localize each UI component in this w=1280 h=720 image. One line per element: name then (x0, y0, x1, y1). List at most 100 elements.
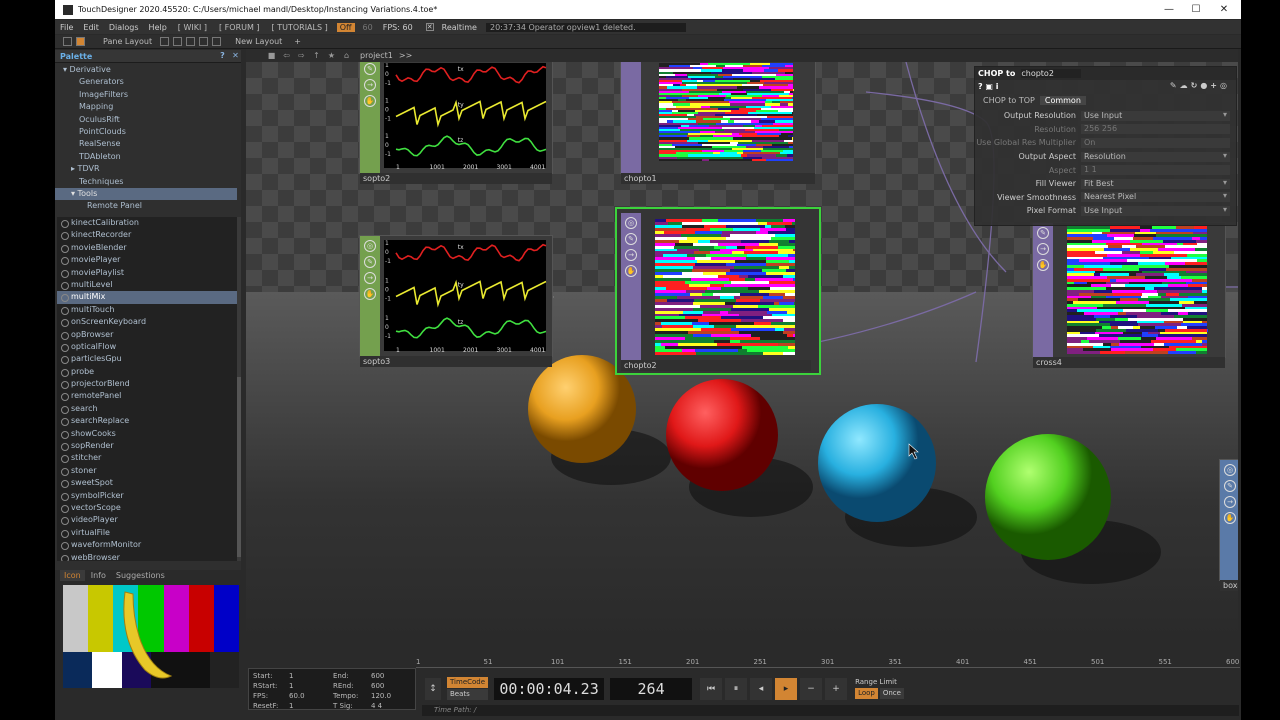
component-list-scrollbar[interactable] (237, 217, 241, 561)
frame-display[interactable]: 264 (610, 677, 693, 700)
component-list-item[interactable]: probe (57, 366, 237, 378)
network-path-more[interactable]: >> (399, 51, 412, 60)
lock-icon[interactable]: ✋ (1037, 259, 1049, 271)
node-name[interactable]: chopto1 (621, 173, 815, 184)
tab-common[interactable]: Common (1039, 95, 1086, 105)
timeline-ruler[interactable]: 1 51 101 151 201 251 301 351 401 451 501 551 600 (416, 658, 1240, 668)
component-list-item[interactable]: webBrowser (57, 552, 237, 561)
lock-icon[interactable]: ✋ (364, 95, 376, 107)
layout-2-icon[interactable] (173, 37, 183, 46)
component-list-item[interactable]: waveformMonitor (57, 539, 237, 551)
component-list-item[interactable]: stitcher (57, 452, 237, 464)
pause-icon[interactable]: ⏸ (725, 677, 748, 700)
component-list-item[interactable]: sopRender (57, 440, 237, 452)
timeline-settings-icon[interactable]: ↕ (425, 677, 441, 700)
lock-icon[interactable]: ✋ (625, 265, 637, 277)
param-value[interactable]: 256 256 (1081, 124, 1230, 135)
palette-tree-item[interactable]: RealSense (55, 138, 237, 150)
rewind-icon[interactable]: ⏮ (700, 677, 723, 700)
component-list-item[interactable]: videoPlayer (57, 514, 237, 526)
palette-tree-item[interactable]: TDAbleton (55, 151, 237, 163)
component-list-item[interactable]: onScreenKeyboard (57, 316, 237, 328)
param-toolbar-icons[interactable]: ✎☁↻●+◎ (1170, 81, 1230, 90)
component-list-item[interactable]: remotePanel (57, 390, 237, 402)
component-list-item[interactable]: multiTouch (57, 304, 237, 316)
component-list-item[interactable]: sweetSpot (57, 477, 237, 489)
layout-5-icon[interactable] (212, 37, 222, 46)
forward-icon[interactable]: ⇨ (296, 50, 307, 61)
tab-icon[interactable]: Icon (60, 570, 85, 581)
component-list-item[interactable]: multiMix (57, 291, 237, 304)
param-value[interactable]: 1 1 (1081, 165, 1230, 176)
end-value[interactable]: 600 (371, 672, 384, 680)
loop-button[interactable]: Loop (855, 688, 878, 699)
tsig-value[interactable]: 4 4 (371, 702, 382, 710)
bookmark-icon[interactable]: ★ (326, 50, 337, 61)
fps-value[interactable]: 60.0 (289, 692, 305, 700)
step-forward-icon[interactable]: + (825, 677, 848, 700)
palette-tree-item[interactable]: Mapping (55, 101, 237, 113)
palette-tree-item[interactable]: ▾ Tools (55, 187, 237, 201)
param-value[interactable]: Use Input (1081, 205, 1230, 216)
component-list-item[interactable]: projectorBlend (57, 378, 237, 390)
node-cross4[interactable]: ✎ → ✋ cross4 (1032, 222, 1226, 368)
palette-tree-item[interactable]: Techniques (55, 176, 237, 188)
node-name[interactable]: box4 (1220, 580, 1238, 591)
time-path-field[interactable]: Time Path: / (422, 705, 1239, 716)
up-icon[interactable]: ↑ (311, 50, 322, 61)
play-reverse-icon[interactable]: ◂ (750, 677, 773, 700)
menu-dialogs[interactable]: Dialogs (104, 23, 144, 32)
component-list-item[interactable]: stoner (57, 465, 237, 477)
step-back-icon[interactable]: − (800, 677, 823, 700)
help-icon[interactable]: ? ▣ i (978, 82, 999, 91)
viewer-active-icon[interactable]: ◎ (364, 240, 376, 252)
tab-suggestions[interactable]: Suggestions (112, 570, 169, 581)
component-list-item[interactable]: opticalFlow (57, 341, 237, 353)
resetf-value[interactable]: 1 (289, 702, 293, 710)
pane-link-icon[interactable] (76, 37, 85, 46)
network-path[interactable]: project1 (360, 51, 393, 60)
node-name[interactable]: cross4 (1033, 357, 1225, 368)
param-value[interactable]: On (1081, 137, 1230, 148)
palette-tree-item[interactable]: ▸ TDVR (55, 163, 237, 175)
layout-3-icon[interactable] (186, 37, 196, 46)
scrollbar-thumb[interactable] (237, 377, 241, 557)
fps-setting[interactable]: 60 (358, 23, 378, 32)
tempo-value[interactable]: 120.0 (371, 692, 391, 700)
node-chopto2-selected[interactable]: ◎ ✎ → ✋ chopto2 (615, 207, 821, 375)
layout-4-icon[interactable] (199, 37, 209, 46)
param-value[interactable]: Fit Best (1081, 178, 1230, 189)
edit-icon[interactable]: ✎ (1037, 227, 1049, 239)
layout-1-icon[interactable] (160, 37, 170, 46)
palette-tree-item[interactable]: PointClouds (55, 126, 237, 138)
edit-icon[interactable]: ✎ (1224, 480, 1236, 492)
component-list-item[interactable]: moviePlayer (57, 254, 237, 266)
component-list-item[interactable]: showCooks (57, 428, 237, 440)
component-list-item[interactable]: moviePlaylist (57, 267, 237, 279)
wiki-link[interactable]: [ WIKI ] (172, 23, 213, 32)
play-icon[interactable]: ▸ (775, 677, 798, 700)
component-list-item[interactable]: kinectCalibration (57, 217, 237, 229)
off-toggle[interactable]: Off (336, 22, 355, 32)
node-name[interactable]: chopto2 (621, 360, 811, 371)
palette-tree-item[interactable]: ▾ Derivative (55, 64, 237, 76)
node-name[interactable]: sopto3 (360, 356, 552, 367)
palette-close-button[interactable]: ✕ (230, 51, 241, 62)
param-value[interactable]: Nearest Pixel (1081, 191, 1230, 203)
bypass-icon[interactable]: → (364, 272, 376, 284)
param-value[interactable]: Use Input (1081, 110, 1230, 121)
minimize-button[interactable]: — (1155, 0, 1183, 19)
node-sopto3[interactable]: ◎ ✎ → ✋ tx 1 0 -1 ty 1 0 -1 tz 1 0 -1 1 1001 2001 3001 4001… (359, 235, 553, 367)
timecode-display[interactable]: 00:00:04.23 (494, 677, 605, 700)
component-list-item[interactable]: searchReplace (57, 415, 237, 427)
node-name[interactable]: sopto2 (360, 173, 552, 184)
realtime-checkbox[interactable]: ✕ (425, 23, 434, 31)
menu-edit[interactable]: Edit (78, 23, 104, 32)
bypass-icon[interactable]: → (1037, 243, 1049, 255)
tab-chop-to-top[interactable]: CHOP to TOP (978, 96, 1040, 105)
palette-help-button[interactable]: ? (217, 51, 228, 62)
viewer-active-icon[interactable]: ◎ (1224, 464, 1236, 476)
menu-file[interactable]: File (55, 23, 78, 32)
component-list-item[interactable]: virtualFile (57, 527, 237, 539)
rstart-value[interactable]: 1 (289, 682, 293, 690)
